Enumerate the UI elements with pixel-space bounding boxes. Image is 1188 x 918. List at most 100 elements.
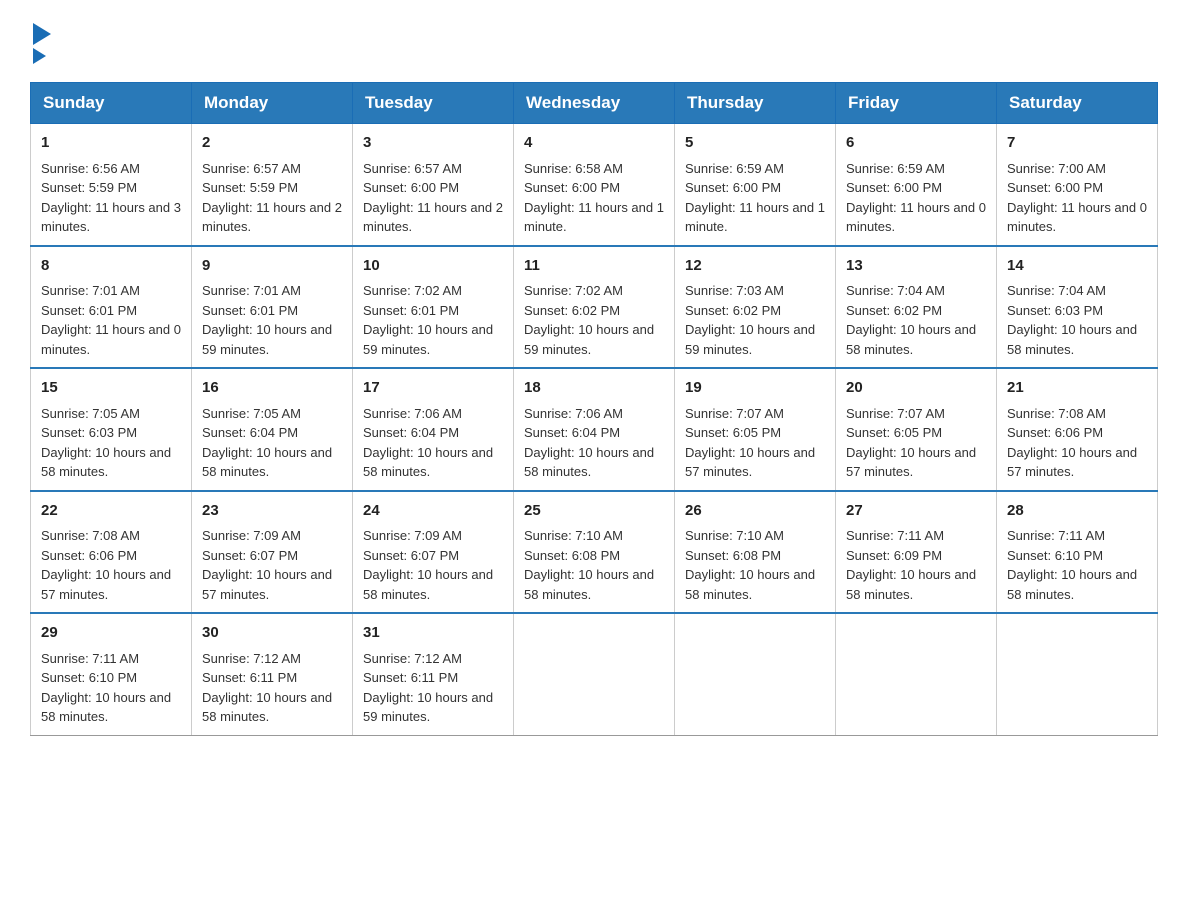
daylight-text: Daylight: 10 hours and 57 minutes. xyxy=(846,443,986,482)
calendar-cell: 17Sunrise: 7:06 AMSunset: 6:04 PMDayligh… xyxy=(353,368,514,491)
sunrise-text: Sunrise: 6:59 AM xyxy=(685,159,825,179)
sunrise-text: Sunrise: 7:09 AM xyxy=(202,526,342,546)
day-number: 9 xyxy=(202,255,342,278)
day-number: 10 xyxy=(363,255,503,278)
daylight-text: Daylight: 10 hours and 58 minutes. xyxy=(202,688,342,727)
calendar-cell: 23Sunrise: 7:09 AMSunset: 6:07 PMDayligh… xyxy=(192,491,353,614)
calendar-cell: 29Sunrise: 7:11 AMSunset: 6:10 PMDayligh… xyxy=(31,613,192,735)
daylight-text: Daylight: 10 hours and 59 minutes. xyxy=(363,320,503,359)
day-number: 29 xyxy=(41,622,181,645)
daylight-text: Daylight: 10 hours and 58 minutes. xyxy=(685,565,825,604)
calendar-cell: 10 Sunrise: 7:02 AMSunset: 6:01 PMDayligh… xyxy=(353,246,514,369)
sunset-text: Sunset: 5:59 PM xyxy=(41,178,181,198)
sunrise-text: Sunrise: 7:05 AM xyxy=(202,404,342,424)
sunset-text: Sunset: 6:01 PM xyxy=(202,301,342,321)
sunrise-text: Sunrise: 6:57 AM xyxy=(363,159,503,179)
daylight-text: Daylight: 10 hours and 58 minutes. xyxy=(41,688,181,727)
week-row-1: 1Sunrise: 6:56 AMSunset: 5:59 PMDaylight… xyxy=(31,124,1158,246)
day-number: 19 xyxy=(685,377,825,400)
calendar-cell: 25Sunrise: 7:10 AMSunset: 6:08 PMDayligh… xyxy=(514,491,675,614)
calendar-cell: 8Sunrise: 7:01 AMSunset: 6:01 PMDaylight… xyxy=(31,246,192,369)
day-number: 5 xyxy=(685,132,825,155)
sunset-text: Sunset: 6:09 PM xyxy=(846,546,986,566)
calendar-cell: 20Sunrise: 7:07 AMSunset: 6:05 PMDayligh… xyxy=(836,368,997,491)
calendar-cell xyxy=(997,613,1158,735)
daylight-text: Daylight: 11 hours and 0 minutes. xyxy=(1007,198,1147,237)
daylight-text: Daylight: 11 hours and 3 minutes. xyxy=(41,198,181,237)
logo xyxy=(30,20,51,62)
sunrise-text: Sunrise: 7:04 AM xyxy=(1007,281,1147,301)
header-tuesday: Tuesday xyxy=(353,83,514,124)
daylight-text: Daylight: 11 hours and 2 minutes. xyxy=(202,198,342,237)
sunset-text: Sunset: 6:02 PM xyxy=(524,301,664,321)
sunrise-text: Sunrise: 7:11 AM xyxy=(1007,526,1147,546)
sunset-text: Sunset: 6:02 PM xyxy=(846,301,986,321)
day-number: 22 xyxy=(41,500,181,523)
day-number: 30 xyxy=(202,622,342,645)
sunrise-text: Sunrise: 7:00 AM xyxy=(1007,159,1147,179)
sunset-text: Sunset: 6:04 PM xyxy=(524,423,664,443)
calendar-cell: 30 Sunrise: 7:12 AMSunset: 6:11 PMDayligh… xyxy=(192,613,353,735)
day-number: 4 xyxy=(524,132,664,155)
sunrise-text: Sunrise: 7:04 AM xyxy=(846,281,986,301)
day-number: 7 xyxy=(1007,132,1147,155)
daylight-text: Daylight: 10 hours and 58 minutes. xyxy=(1007,320,1147,359)
sunset-text: Sunset: 6:03 PM xyxy=(41,423,181,443)
sunset-text: Sunset: 6:11 PM xyxy=(202,668,342,688)
sunrise-text: Sunrise: 7:11 AM xyxy=(846,526,986,546)
sunset-text: Sunset: 6:08 PM xyxy=(524,546,664,566)
calendar-cell xyxy=(675,613,836,735)
calendar-cell: 2Sunrise: 6:57 AMSunset: 5:59 PMDaylight… xyxy=(192,124,353,246)
calendar-cell: 21Sunrise: 7:08 AMSunset: 6:06 PMDayligh… xyxy=(997,368,1158,491)
header-monday: Monday xyxy=(192,83,353,124)
daylight-text: Daylight: 10 hours and 59 minutes. xyxy=(202,320,342,359)
sunrise-text: Sunrise: 7:06 AM xyxy=(363,404,503,424)
calendar-cell: 1 Sunrise: 6:56 AMSunset: 5:59 PMDaylight… xyxy=(31,124,192,246)
calendar-cell: 19Sunrise: 7:07 AMSunset: 6:05 PMDayligh… xyxy=(675,368,836,491)
day-number: 2 xyxy=(202,132,342,155)
calendar-cell: 24Sunrise: 7:09 AMSunset: 6:07 PMDayligh… xyxy=(353,491,514,614)
sunset-text: Sunset: 6:04 PM xyxy=(363,423,503,443)
calendar-cell: 7Sunrise: 7:00 AMSunset: 6:00 PMDaylight… xyxy=(997,124,1158,246)
sunrise-text: Sunrise: 7:12 AM xyxy=(202,649,342,669)
sunrise-text: Sunrise: 7:02 AM xyxy=(363,281,503,301)
calendar-cell: 22Sunrise: 7:08 AMSunset: 6:06 PMDayligh… xyxy=(31,491,192,614)
header-wednesday: Wednesday xyxy=(514,83,675,124)
week-row-2: 8Sunrise: 7:01 AMSunset: 6:01 PMDaylight… xyxy=(31,246,1158,369)
sunrise-text: Sunrise: 6:56 AM xyxy=(41,159,181,179)
sunrise-text: Sunrise: 7:02 AM xyxy=(524,281,664,301)
calendar-cell: 6Sunrise: 6:59 AMSunset: 6:00 PMDaylight… xyxy=(836,124,997,246)
calendar-cell: 9Sunrise: 7:01 AMSunset: 6:01 PMDaylight… xyxy=(192,246,353,369)
sunset-text: Sunset: 6:01 PM xyxy=(363,301,503,321)
calendar-body: 1Sunrise: 6:56 AMSunset: 5:59 PMDaylight… xyxy=(31,124,1158,736)
calendar-cell: 14 Sunrise: 7:04 AMSunset: 6:03 PMDayligh… xyxy=(997,246,1158,369)
sunrise-text: Sunrise: 7:10 AM xyxy=(685,526,825,546)
header-friday: Friday xyxy=(836,83,997,124)
day-number: 31 xyxy=(363,622,503,645)
sunset-text: Sunset: 6:05 PM xyxy=(685,423,825,443)
sunset-text: Sunset: 6:03 PM xyxy=(1007,301,1147,321)
calendar-table: SundayMondayTuesdayWednesdayThursdayFrid… xyxy=(30,82,1158,736)
logo-big-arrow-icon xyxy=(33,23,51,45)
daylight-text: Daylight: 11 hours and 2 minutes. xyxy=(363,198,503,237)
header-saturday: Saturday xyxy=(997,83,1158,124)
sunrise-text: Sunrise: 7:08 AM xyxy=(1007,404,1147,424)
day-number: 26 xyxy=(685,500,825,523)
calendar-cell: 15Sunrise: 7:05 AMSunset: 6:03 PMDayligh… xyxy=(31,368,192,491)
sunrise-text: Sunrise: 7:09 AM xyxy=(363,526,503,546)
sunset-text: Sunset: 6:05 PM xyxy=(846,423,986,443)
day-number: 14 xyxy=(1007,255,1147,278)
page-header xyxy=(30,20,1158,62)
sunrise-text: Sunrise: 6:59 AM xyxy=(846,159,986,179)
sunrise-text: Sunrise: 7:03 AM xyxy=(685,281,825,301)
day-number: 8 xyxy=(41,255,181,278)
daylight-text: Daylight: 10 hours and 59 minutes. xyxy=(685,320,825,359)
day-number: 1 xyxy=(41,132,181,155)
sunrise-text: Sunrise: 7:10 AM xyxy=(524,526,664,546)
day-number: 13 xyxy=(846,255,986,278)
daylight-text: Daylight: 11 hours and 1 minute. xyxy=(685,198,825,237)
daylight-text: Daylight: 10 hours and 58 minutes. xyxy=(524,443,664,482)
day-number: 21 xyxy=(1007,377,1147,400)
sunrise-text: Sunrise: 7:07 AM xyxy=(685,404,825,424)
header-sunday: Sunday xyxy=(31,83,192,124)
